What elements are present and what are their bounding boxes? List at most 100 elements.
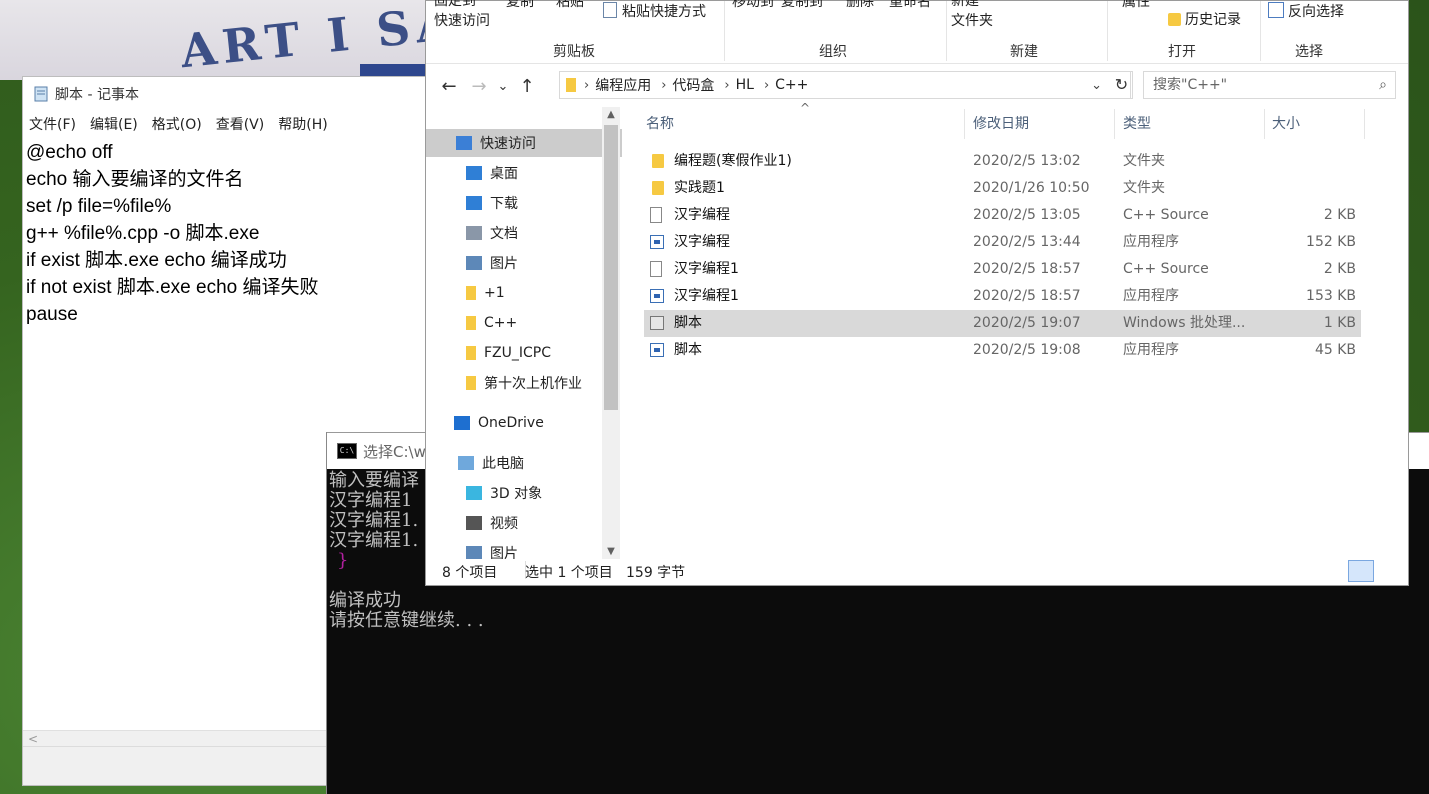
nav-item[interactable]: C++ xyxy=(426,309,622,337)
file-row[interactable]: 脚本 2020/2/5 19:07 Windows 批处理... 1 KB xyxy=(644,310,1361,337)
column-header-name[interactable]: 名称 xyxy=(646,107,674,141)
console-icon: C:\ xyxy=(337,443,357,459)
nav-item-label: 视频 xyxy=(490,516,518,532)
nav-item[interactable]: 桌面📌 xyxy=(426,159,622,187)
nav-item-label: OneDrive xyxy=(478,415,544,431)
file-size: 152 KB xyxy=(1306,234,1356,250)
nav-item[interactable]: 图片📌 xyxy=(426,249,622,277)
file-row[interactable]: 编程题(寒假作业1) 2020/2/5 13:02 文件夹 xyxy=(644,148,1361,175)
file-type: 应用程序 xyxy=(1123,288,1179,304)
file-type: 文件夹 xyxy=(1123,180,1165,196)
refresh-icon[interactable]: ↻ xyxy=(1111,71,1133,99)
nav-item-label: FZU_ICPC xyxy=(484,345,552,361)
delete-button[interactable]: 删除 xyxy=(846,0,874,11)
file-type: Windows 批处理... xyxy=(1123,315,1246,331)
history-button[interactable]: 历史记录 xyxy=(1168,9,1241,29)
move-to-button[interactable]: 移动到 xyxy=(732,0,774,11)
file-row[interactable]: 汉字编程1 2020/2/5 18:57 C++ Source 2 KB xyxy=(644,256,1361,283)
nav-item[interactable]: 此电脑 xyxy=(426,449,622,477)
scroll-up-icon[interactable]: ▲ xyxy=(602,109,620,120)
breadcrumb-item[interactable]: 代码盒 xyxy=(672,75,714,95)
back-button[interactable]: ← xyxy=(434,76,464,97)
file-date: 2020/1/26 10:50 xyxy=(973,180,1090,196)
nav-item[interactable]: 第十次上机作业 xyxy=(426,369,622,397)
nav-item-label: +1 xyxy=(484,285,505,301)
item-count: 8 个项目 xyxy=(442,565,498,581)
new-folder-button[interactable]: 新建 文件夹 xyxy=(951,0,993,31)
breadcrumb-item[interactable]: C++ xyxy=(775,77,808,93)
group-new: 新建 xyxy=(1010,44,1038,60)
file-row[interactable]: 汉字编程1 2020/2/5 18:57 应用程序 153 KB xyxy=(644,283,1361,310)
status-bar: 8 个项目 选中 1 个项目 159 字节 xyxy=(426,557,1408,585)
large-icons-view-icon[interactable] xyxy=(1376,560,1402,582)
group-select: 选择 xyxy=(1295,44,1323,60)
forward-button[interactable]: → xyxy=(464,76,494,97)
scroll-left-icon[interactable]: < xyxy=(28,732,38,746)
notepad-horizontal-scrollbar[interactable]: < xyxy=(23,730,327,747)
column-header-type[interactable]: 类型 xyxy=(1123,107,1151,141)
file-type: 应用程序 xyxy=(1123,342,1179,358)
copy-button[interactable]: 复制 xyxy=(506,0,534,11)
invert-selection-icon xyxy=(1268,2,1284,18)
file-name: 脚本 xyxy=(674,342,702,358)
menu-format[interactable]: 格式(O) xyxy=(152,114,202,134)
paste-button[interactable]: 粘贴 xyxy=(556,0,584,11)
file-row[interactable]: 汉字编程 2020/2/5 13:44 应用程序 152 KB xyxy=(644,229,1361,256)
paste-shortcut-button[interactable]: 粘贴快捷方式 xyxy=(603,1,706,21)
search-icon: ⌕ xyxy=(1379,77,1387,93)
menu-help[interactable]: 帮助(H) xyxy=(278,114,327,134)
invert-selection-button[interactable]: 反向选择 xyxy=(1268,1,1344,21)
nav-item[interactable]: 3D 对象 xyxy=(426,479,622,507)
wallpaper-shirt: ART I SAY xyxy=(0,0,430,80)
file-name: 实践题1 xyxy=(674,180,725,196)
file-row[interactable]: 汉字编程 2020/2/5 13:05 C++ Source 2 KB xyxy=(644,202,1361,229)
console-line: 编译成功 xyxy=(329,590,401,611)
file-name: 汉字编程1 xyxy=(674,261,739,277)
nav-item[interactable]: FZU_ICPC xyxy=(426,339,622,367)
properties-button[interactable]: 属性 xyxy=(1122,0,1150,11)
breadcrumb-item[interactable]: HL xyxy=(736,77,754,93)
chevron-right-icon: › xyxy=(763,77,770,93)
chevron-down-icon[interactable]: ⌄ xyxy=(1091,78,1102,93)
menu-file[interactable]: 文件(F) xyxy=(29,114,76,134)
nav-item-label: 下载 xyxy=(490,196,518,212)
nav-pane-scrollbar[interactable]: ▲ ▼ xyxy=(602,107,620,559)
nav-item[interactable]: 视频 xyxy=(426,509,622,537)
nav-item[interactable]: 文档📌 xyxy=(426,219,622,247)
column-header-date[interactable]: 修改日期 xyxy=(973,107,1029,141)
text-line: if exist 脚本.exe echo 编译成功 xyxy=(26,250,287,271)
file-size: 2 KB xyxy=(1323,207,1356,223)
recent-locations-button[interactable]: ⌄ xyxy=(494,79,512,94)
notepad-title-bar[interactable]: 脚本 - 记事本 xyxy=(23,77,431,111)
menu-edit[interactable]: 编辑(E) xyxy=(90,114,138,134)
navigation-pane[interactable]: 快速访问桌面📌下载📌文档📌图片📌 +1 C++ FZU_ICPC 第十次上机作业 OneD… xyxy=(426,107,622,559)
menu-view[interactable]: 查看(V) xyxy=(216,114,265,134)
group-clipboard: 剪贴板 xyxy=(553,44,595,60)
address-bar[interactable]: › 编程应用 › 代码盒 › HL › C++ ⌄ xyxy=(559,71,1131,99)
scroll-thumb[interactable] xyxy=(604,125,618,410)
nav-item[interactable]: 图片 xyxy=(426,539,622,559)
file-size: 1 KB xyxy=(1323,315,1356,331)
nav-item[interactable]: OneDrive xyxy=(426,409,622,437)
nav-item[interactable]: 下载📌 xyxy=(426,189,622,217)
search-input[interactable]: 搜索"C++" ⌕ xyxy=(1143,71,1396,99)
copy-to-button[interactable]: 复制到 xyxy=(781,0,823,11)
file-icon xyxy=(650,207,662,223)
notepad-text-area[interactable]: @echo off echo 输入要编译的文件名 set /p file=%fi… xyxy=(23,137,431,330)
file-explorer-window[interactable]: 固定到 快速访问 复制 粘贴 粘贴快捷方式 移动到 复制到 删除 重命名 新建 … xyxy=(425,0,1409,586)
column-header-size[interactable]: 大小 xyxy=(1272,107,1300,141)
scroll-down-icon[interactable]: ▼ xyxy=(602,546,620,557)
file-list[interactable]: ^ 名称 修改日期 类型 大小 编程题(寒假作业1) 2020/2/5 13:02… xyxy=(644,101,1404,559)
pin-quick-access-button[interactable]: 固定到 快速访问 xyxy=(434,0,490,31)
group-open: 打开 xyxy=(1168,44,1196,60)
up-button[interactable]: ↑ xyxy=(512,76,542,97)
details-view-icon[interactable] xyxy=(1348,560,1374,582)
nav-item[interactable]: 快速访问 xyxy=(426,129,622,157)
nav-item[interactable]: +1 xyxy=(426,279,622,307)
breadcrumb-item[interactable]: 编程应用 xyxy=(595,75,651,95)
nav-item-label: 此电脑 xyxy=(482,456,524,472)
folder-icon xyxy=(466,316,476,330)
rename-button[interactable]: 重命名 xyxy=(889,0,931,11)
file-row[interactable]: 脚本 2020/2/5 19:08 应用程序 45 KB xyxy=(644,337,1361,364)
file-row[interactable]: 实践题1 2020/1/26 10:50 文件夹 xyxy=(644,175,1361,202)
